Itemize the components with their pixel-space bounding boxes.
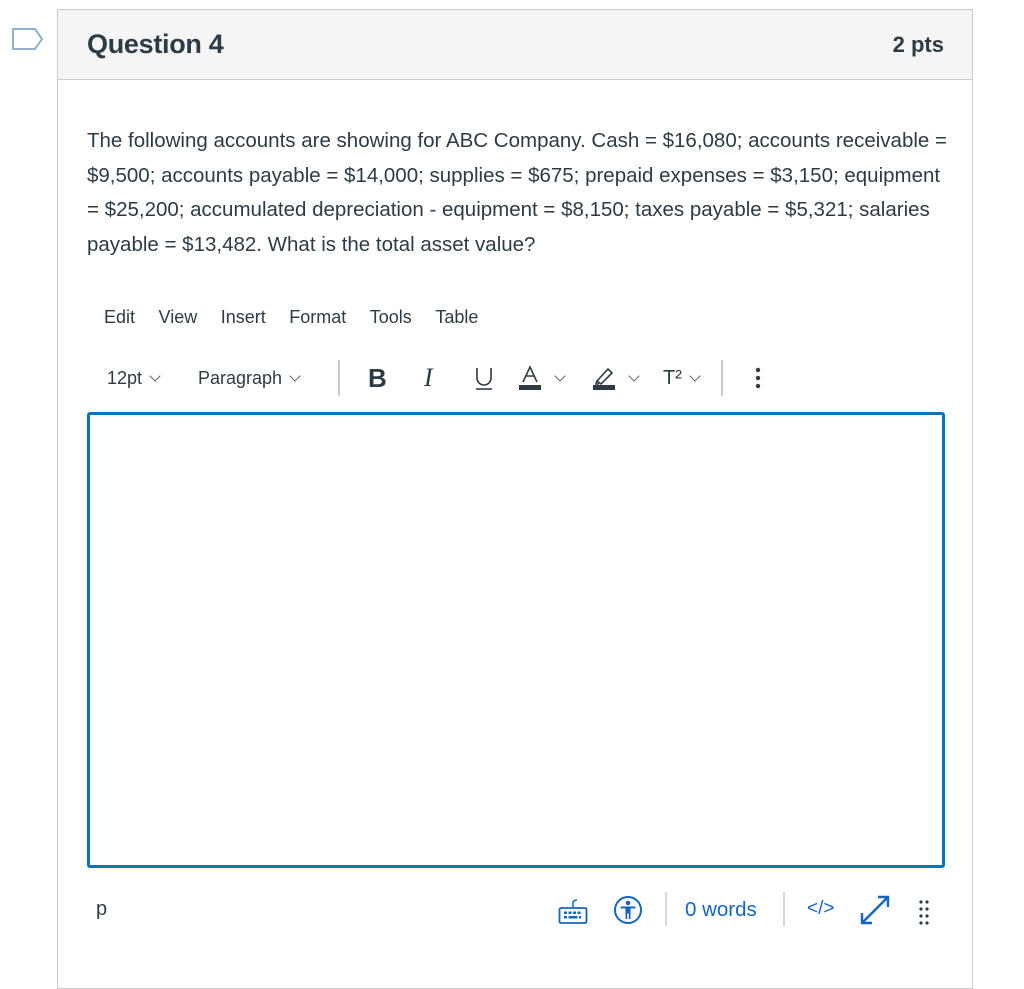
underline-icon [476, 368, 492, 390]
menu-insert[interactable]: Insert [221, 307, 266, 328]
html-editor-toggle[interactable]: </> [807, 898, 834, 920]
statusbar-divider [665, 892, 667, 926]
statusbar-divider [783, 892, 785, 926]
chevron-down-icon [289, 369, 301, 382]
resize-handle-icon[interactable] [918, 899, 930, 927]
more-options-button[interactable] [755, 366, 761, 390]
fullscreen-icon[interactable] [859, 894, 891, 926]
chevron-down-icon [149, 369, 161, 382]
accessibility-icon[interactable] [613, 895, 643, 925]
editor-statusbar: p 0 words </> [58, 890, 974, 940]
block-format-select[interactable]: Paragraph [198, 368, 338, 389]
question-text: The following accounts are showing for A… [87, 129, 947, 256]
chevron-down-icon[interactable] [554, 369, 566, 382]
element-path[interactable]: p [96, 898, 107, 921]
question-header: Question 4 2 pts [58, 10, 972, 80]
keyboard-icon[interactable] [558, 899, 588, 925]
superscript-button[interactable]: T² [663, 366, 701, 390]
highlighter-icon [593, 367, 615, 390]
block-format-value: Paragraph [198, 367, 283, 388]
text-color-button[interactable] [518, 364, 566, 392]
font-size-value: 12pt [107, 367, 143, 388]
question-card: Question 4 2 pts The following accounts … [57, 9, 973, 989]
highlight-color-button[interactable] [592, 364, 640, 392]
bookmark-flag-icon[interactable] [12, 28, 44, 50]
question-title: Question 4 [87, 29, 224, 59]
menu-tools[interactable]: Tools [370, 307, 412, 328]
question-points: 2 pts [892, 31, 944, 57]
bold-button[interactable]: B [368, 363, 394, 394]
toolbar-divider [338, 360, 340, 396]
bold-icon: B [368, 362, 387, 393]
text-color-icon [519, 365, 541, 390]
italic-icon: I [424, 363, 433, 392]
underline-button[interactable] [474, 365, 494, 391]
editor-toolbar: 12pt Paragraph B I T² [107, 360, 761, 396]
menu-edit[interactable]: Edit [104, 307, 135, 328]
italic-button[interactable]: I [424, 363, 444, 393]
superscript-icon: T² [663, 366, 682, 389]
editor-menubar: Edit View Insert Format Tools Table [104, 307, 502, 328]
font-size-select[interactable]: 12pt [107, 368, 183, 389]
word-count-button[interactable]: 0 words [685, 898, 757, 922]
menu-format[interactable]: Format [289, 307, 346, 328]
toolbar-divider [720, 360, 723, 396]
rich-text-editor[interactable] [87, 412, 945, 868]
chevron-down-icon[interactable] [628, 369, 640, 382]
menu-table[interactable]: Table [435, 307, 478, 328]
menu-view[interactable]: View [159, 307, 198, 328]
chevron-down-icon[interactable] [689, 369, 701, 382]
more-vertical-icon [755, 367, 761, 389]
